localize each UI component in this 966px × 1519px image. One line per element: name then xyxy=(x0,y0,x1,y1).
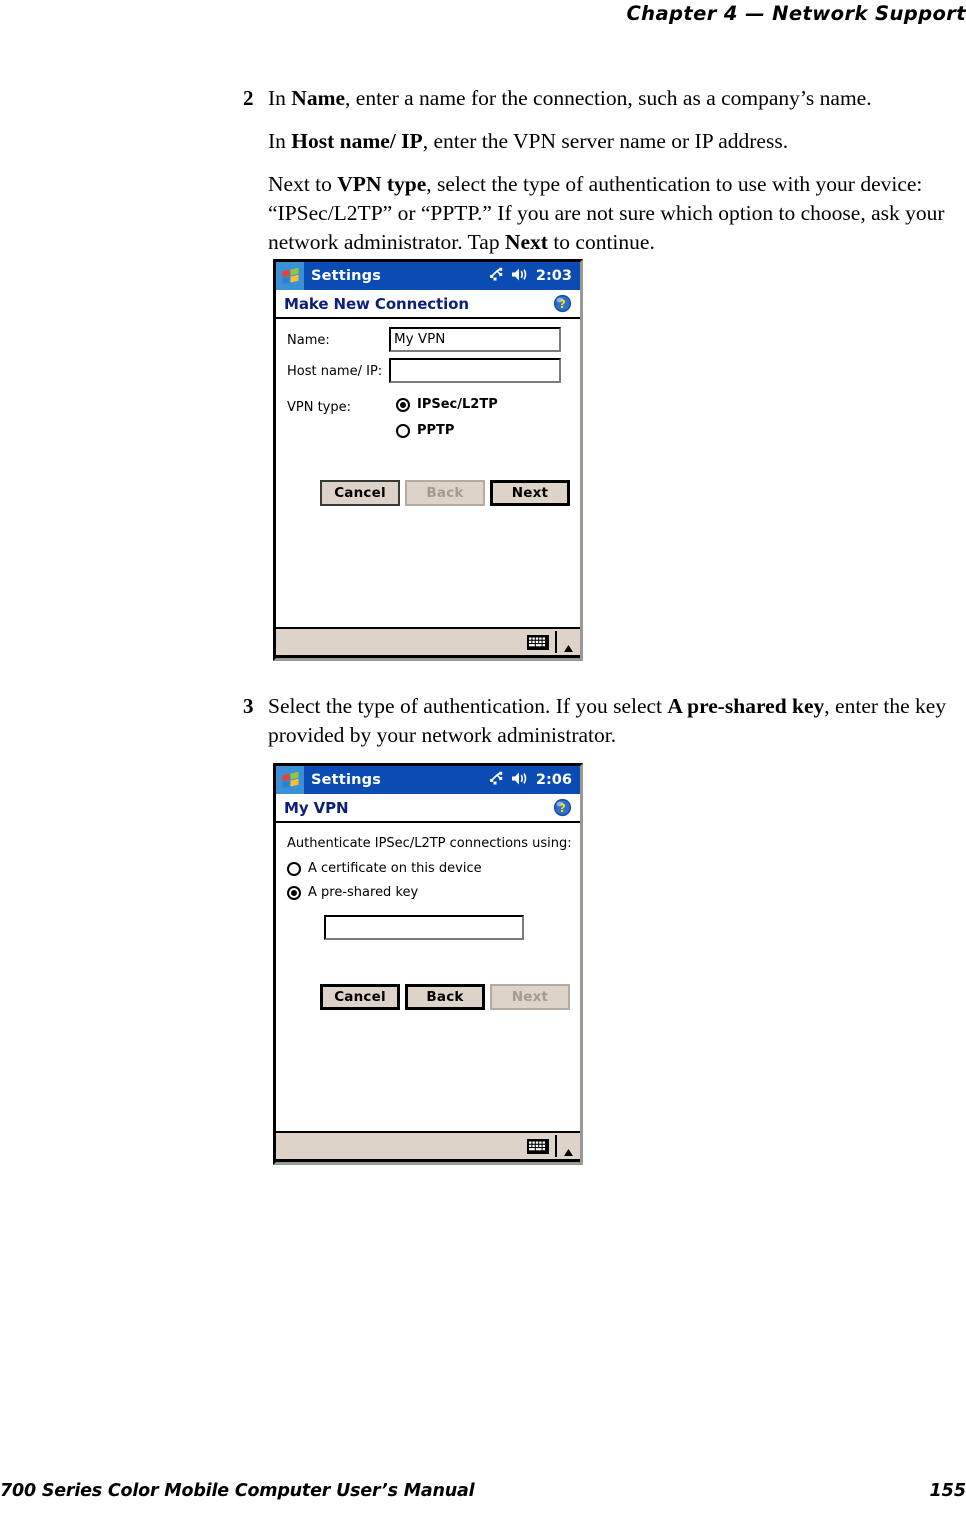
soft-input-panel xyxy=(276,627,580,658)
running-head: Chapter 4 — Network Support xyxy=(0,0,966,30)
hostname-field-label: Host name/ IP: xyxy=(287,364,383,379)
cancel-button[interactable]: Cancel xyxy=(320,984,400,1010)
keyboard-icon[interactable] xyxy=(527,1138,549,1154)
windows-logo-icon[interactable] xyxy=(276,766,304,794)
back-button[interactable]: Back xyxy=(405,984,485,1010)
radio-label: A certificate on this device xyxy=(308,861,482,876)
device-screenshot-my-vpn-auth: Settings 2:06 My VPN ? Authenticate IPSe… xyxy=(273,763,583,1165)
back-button: Back xyxy=(405,480,485,506)
connectivity-icon[interactable] xyxy=(489,267,504,286)
client-area: Authenticate IPSec/L2TP connections usin… xyxy=(276,823,580,1131)
radio-indicator xyxy=(287,885,301,900)
titlebar-clock: 2:03 xyxy=(535,268,572,284)
chevron-up-icon[interactable] xyxy=(563,1142,574,1156)
svg-text:?: ? xyxy=(559,297,566,311)
vpn-type-label: VPN type: xyxy=(287,400,352,415)
wizard-button-row: Cancel Back Next xyxy=(320,480,570,506)
step-2-body: In Name, enter a name for the connection… xyxy=(268,84,961,257)
pre-shared-key-input[interactable] xyxy=(324,915,524,940)
step-2: 2 In Name, enter a name for the connecti… xyxy=(243,84,961,257)
page-title: Make New Connection xyxy=(284,294,469,313)
titlebar-app-name: Settings xyxy=(311,772,382,788)
step-2-paragraph-1: In Name, enter a name for the connection… xyxy=(268,86,872,110)
step-2-paragraph-2: In Host name/ IP, enter the VPN server n… xyxy=(268,129,789,153)
radio-indicator xyxy=(396,423,410,438)
name-field-label: Name: xyxy=(287,333,330,348)
radio-label: IPSec/L2TP xyxy=(417,397,498,412)
radio-pptp[interactable]: PPTP xyxy=(396,423,454,438)
device-screenshot-make-new-connection: Settings 2:03 Make New Connection ? Name… xyxy=(273,259,583,661)
radio-indicator xyxy=(396,397,410,412)
cancel-button[interactable]: Cancel xyxy=(320,480,400,506)
step-3-number: 3 xyxy=(243,694,254,718)
titlebar: Settings xyxy=(276,766,580,794)
next-button[interactable]: Next xyxy=(490,480,570,506)
soft-input-panel xyxy=(276,1131,580,1162)
chevron-up-icon[interactable] xyxy=(563,638,574,652)
windows-logo-icon[interactable] xyxy=(276,262,304,290)
radio-label: A pre-shared key xyxy=(308,885,419,900)
client-area: Name: My VPN Host name/ IP: VPN type: IP… xyxy=(276,319,580,627)
radio-indicator xyxy=(287,861,301,876)
wizard-button-row: Cancel Back Next xyxy=(320,984,570,1010)
footer-manual-title: 700 Series Color Mobile Computer User’s … xyxy=(0,1481,475,1501)
step-3-paragraph-1: Select the type of authentication. If yo… xyxy=(268,694,947,747)
speaker-icon[interactable] xyxy=(511,771,529,790)
page-footer: 700 Series Color Mobile Computer User’s … xyxy=(0,1481,966,1507)
page-caption-row: Make New Connection ? xyxy=(276,290,580,319)
sip-divider xyxy=(555,1135,557,1157)
step-2-number: 2 xyxy=(243,86,254,110)
next-button: Next xyxy=(490,984,570,1010)
radio-certificate-on-device[interactable]: A certificate on this device xyxy=(287,861,482,876)
keyboard-icon[interactable] xyxy=(527,634,549,650)
help-question-icon[interactable]: ? xyxy=(553,798,572,817)
page-title: My VPN xyxy=(284,798,349,817)
auth-prompt-label: Authenticate IPSec/L2TP connections usin… xyxy=(287,836,572,851)
hostname-input[interactable] xyxy=(389,358,561,383)
name-input[interactable]: My VPN xyxy=(389,327,561,352)
speaker-icon[interactable] xyxy=(511,267,529,286)
sip-divider xyxy=(555,631,557,653)
page-caption-row: My VPN ? xyxy=(276,794,580,823)
titlebar-app-name: Settings xyxy=(311,268,382,284)
radio-label: PPTP xyxy=(417,423,455,438)
step-3: 3 Select the type of authentication. If … xyxy=(243,692,961,750)
running-head-text: Chapter 4 — Network Support xyxy=(626,2,966,25)
step-3-body: Select the type of authentication. If yo… xyxy=(268,692,961,750)
help-question-icon[interactable]: ? xyxy=(553,294,572,313)
radio-ipsec-l2tp[interactable]: IPSec/L2TP xyxy=(396,397,498,412)
radio-pre-shared-key[interactable]: A pre-shared key xyxy=(287,885,418,900)
svg-text:?: ? xyxy=(559,801,566,815)
connectivity-icon[interactable] xyxy=(489,771,504,790)
step-2-paragraph-3: Next to VPN type, select the type of aut… xyxy=(268,172,945,254)
titlebar: Settings xyxy=(276,262,580,290)
footer-page-number: 155 xyxy=(929,1481,966,1501)
titlebar-clock: 2:06 xyxy=(535,772,572,788)
